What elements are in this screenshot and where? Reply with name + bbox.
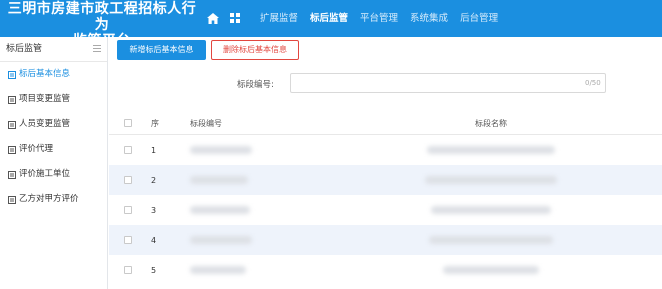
redacted-section-code	[190, 266, 246, 274]
table-row[interactable]: 5	[109, 255, 662, 285]
data-table: 序 标段编号 标段名称 1 2 3 4 5	[109, 112, 662, 285]
home-icon[interactable]	[204, 9, 222, 27]
column-header-code: 标段编号	[190, 118, 222, 128]
search-label: 标段编号:	[237, 80, 274, 90]
menu-toggle-icon[interactable]	[93, 45, 101, 52]
sidebar-item-evaluate-agent[interactable]: 评价代理	[0, 137, 107, 162]
main-content: 新增标后基本信息 删除标后基本信息 标段编号: 0/50 序 标段编号 标段名称…	[109, 37, 662, 289]
sidebar-item-label: 项目变更监管	[19, 94, 71, 104]
section-code-input[interactable]	[290, 73, 606, 93]
document-icon	[8, 145, 16, 154]
nav-item-platform-management[interactable]: 平台管理	[354, 0, 404, 37]
delete-info-button[interactable]: 删除标后基本信息	[211, 40, 299, 60]
document-icon	[8, 120, 16, 129]
sidebar-item-post-bid-info[interactable]: 标后基本信息	[0, 62, 107, 87]
sidebar-title: 标后监管	[6, 44, 43, 54]
redacted-section-name	[431, 206, 551, 214]
sidebar-item-personnel-change[interactable]: 人员变更监管	[0, 112, 107, 137]
redacted-section-name	[425, 176, 557, 184]
sidebar-item-label: 标后基本信息	[19, 69, 71, 79]
row-checkbox[interactable]	[124, 236, 132, 244]
top-nav: 扩展监督 标后监管 平台管理 系统集成 后台管理	[254, 0, 504, 37]
add-info-button[interactable]: 新增标后基本信息	[117, 40, 206, 60]
sidebar-item-project-change[interactable]: 项目变更监管	[0, 87, 107, 112]
sidebar: 标后监管 标后基本信息 项目变更监管 人员变更监管 评价代理 评价施工单位 乙方…	[0, 37, 108, 289]
top-header: 三明市房建市政工程招标人行为 监管平台 扩展监督 标后监管 平台管理 系统集成 …	[0, 0, 662, 49]
sidebar-item-label: 评价代理	[19, 144, 54, 154]
nav-item-extend-supervision[interactable]: 扩展监督	[254, 0, 304, 37]
table-row[interactable]: 4	[109, 225, 662, 255]
table-row[interactable]: 3	[109, 195, 662, 225]
sidebar-item-evaluate-contractor[interactable]: 评价施工单位	[0, 162, 107, 187]
row-index: 1	[151, 145, 157, 155]
redacted-section-code	[190, 176, 248, 184]
app-title-line-1: 三明市房建市政工程招标人行为	[7, 1, 197, 33]
grid-icon[interactable]	[226, 9, 244, 27]
table-header: 序 标段编号 标段名称	[109, 112, 662, 135]
row-index: 2	[151, 175, 157, 185]
redacted-section-name	[429, 236, 553, 244]
row-index: 5	[151, 265, 157, 275]
row-checkbox[interactable]	[124, 206, 132, 214]
sidebar-item-party-b-evaluation[interactable]: 乙方对甲方评价	[0, 187, 107, 212]
sidebar-header: 标后监管	[0, 37, 107, 62]
column-header-index: 序	[151, 118, 159, 128]
row-checkbox[interactable]	[124, 176, 132, 184]
sidebar-item-label: 乙方对甲方评价	[19, 194, 79, 204]
column-header-name: 标段名称	[475, 118, 507, 128]
select-all-checkbox[interactable]	[124, 119, 132, 127]
table-row[interactable]: 2	[109, 165, 662, 195]
redacted-section-name	[427, 146, 555, 154]
row-index: 3	[151, 205, 157, 215]
redacted-section-code	[190, 146, 252, 154]
document-icon	[8, 70, 16, 79]
document-icon	[8, 195, 16, 204]
redacted-section-name	[443, 266, 539, 274]
nav-item-post-bid-supervision[interactable]: 标后监管	[304, 0, 354, 37]
row-checkbox[interactable]	[124, 266, 132, 274]
document-icon	[8, 170, 16, 179]
row-checkbox[interactable]	[124, 146, 132, 154]
row-index: 4	[151, 235, 157, 245]
search-char-counter: 0/50	[585, 79, 601, 87]
document-icon	[8, 95, 16, 104]
redacted-section-code	[190, 236, 252, 244]
nav-item-backend-management[interactable]: 后台管理	[454, 0, 504, 37]
sidebar-item-label: 评价施工单位	[19, 169, 71, 179]
redacted-section-code	[190, 206, 250, 214]
sidebar-item-label: 人员变更监管	[19, 119, 71, 129]
nav-item-system-integration[interactable]: 系统集成	[404, 0, 454, 37]
table-row[interactable]: 1	[109, 135, 662, 165]
